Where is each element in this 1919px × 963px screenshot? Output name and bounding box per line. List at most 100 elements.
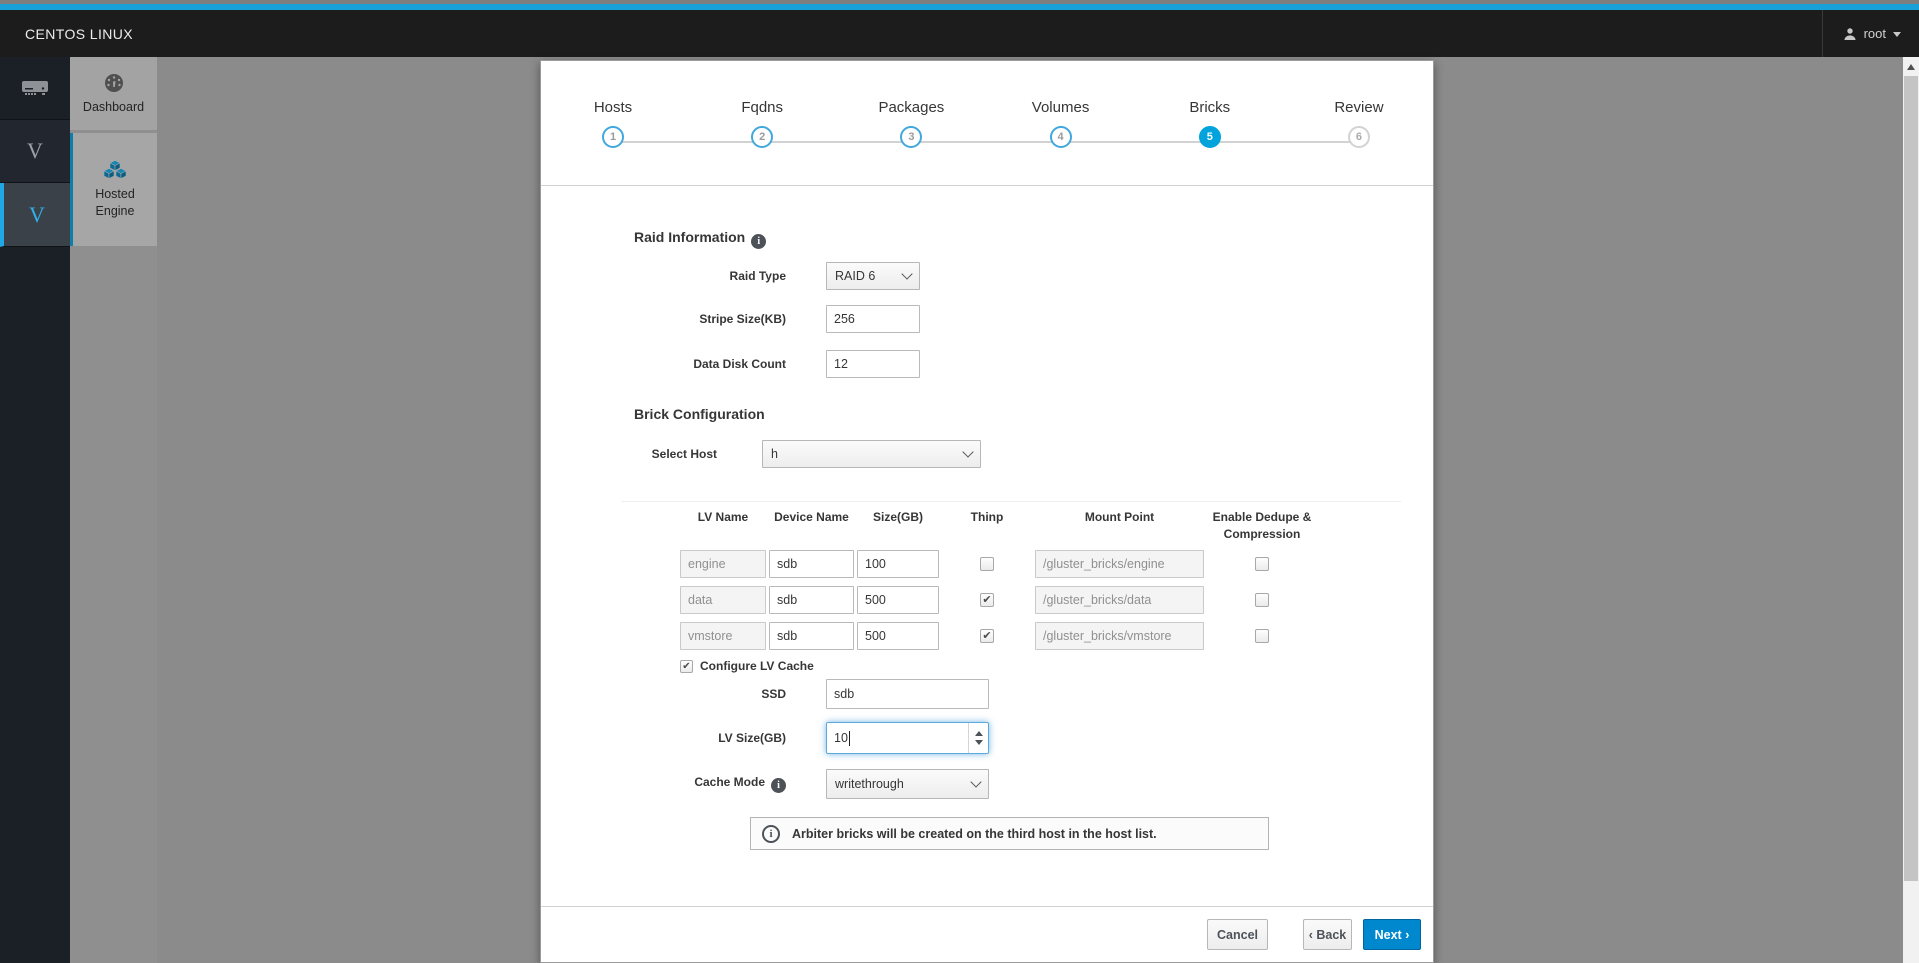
chevron-down-icon	[1893, 32, 1901, 37]
sidebar-item-label: Dashboard	[83, 99, 144, 116]
scrollbar-thumb[interactable]	[1904, 76, 1918, 881]
ssd-row: SSD	[634, 679, 989, 709]
step-packages[interactable]: Packages 3	[861, 99, 961, 148]
step-review[interactable]: Review 6	[1309, 99, 1409, 148]
step-circle: 4	[1050, 126, 1072, 148]
configure-lv-cache-label: Configure LV Cache	[700, 659, 814, 673]
mount-point-input[interactable]	[1035, 550, 1204, 578]
raid-type-select[interactable]: RAID 6	[826, 262, 920, 290]
info-circle-icon: i	[762, 825, 780, 843]
data-disk-count-row: Data Disk Count	[634, 349, 920, 379]
number-spinner[interactable]	[968, 723, 988, 753]
user-menu[interactable]: root	[1822, 10, 1909, 57]
sidebar-item-hosted-engine[interactable]: Hosted Engine	[70, 133, 157, 246]
vertical-scrollbar[interactable]	[1903, 57, 1919, 963]
info-icon: i	[751, 234, 766, 249]
lv-name-input[interactable]	[680, 622, 766, 650]
size-input[interactable]	[857, 622, 939, 650]
device-name-input[interactable]	[769, 550, 854, 578]
cubes-icon	[102, 159, 128, 181]
secondary-sidebar: Dashboard	[70, 57, 157, 963]
size-input[interactable]	[857, 586, 939, 614]
data-disk-count-label: Data Disk Count	[634, 357, 786, 371]
device-name-input[interactable]	[769, 586, 854, 614]
primary-sidebar: V V	[0, 57, 70, 963]
step-hosts[interactable]: Hosts 1	[563, 99, 663, 148]
wizard-steps-header: Hosts 1 Fqdns 2 Packages 3 Volumes 4 Bri…	[541, 61, 1433, 186]
next-button[interactable]: Next ›	[1363, 919, 1421, 950]
device-name-input[interactable]	[769, 622, 854, 650]
configure-lv-cache-row: ✔ Configure LV Cache	[680, 659, 814, 673]
stripe-size-row: Stripe Size(KB)	[634, 304, 920, 334]
brick-row-vmstore: ✔	[680, 621, 1317, 651]
cache-mode-select[interactable]: writethrough	[826, 769, 989, 799]
chevron-down-icon	[962, 446, 973, 457]
data-disk-count-input[interactable]	[826, 350, 920, 378]
wizard-dialog: Hosts 1 Fqdns 2 Packages 3 Volumes 4 Bri…	[540, 60, 1434, 963]
lv-size-label: LV Size(GB)	[634, 731, 786, 745]
dedupe-checkbox[interactable]	[1255, 629, 1269, 643]
raid-type-label: Raid Type	[634, 269, 786, 283]
chevron-down-icon	[901, 268, 912, 279]
brick-configuration-heading: Brick Configuration	[634, 406, 765, 422]
mount-point-input[interactable]	[1035, 622, 1204, 650]
col-mount-point: Mount Point	[1035, 509, 1204, 526]
sidebar-item-host[interactable]	[0, 57, 70, 120]
steps-bar: Hosts 1 Fqdns 2 Packages 3 Volumes 4 Bri…	[563, 99, 1409, 148]
lv-size-row: LV Size(GB) 10	[634, 722, 989, 754]
back-button[interactable]: ‹ Back	[1303, 919, 1352, 950]
select-host-select[interactable]: h	[762, 440, 981, 468]
spinner-up-icon[interactable]	[975, 731, 983, 736]
server-icon	[21, 80, 49, 96]
col-lv-name: LV Name	[680, 509, 766, 526]
brick-row-engine	[680, 549, 1317, 579]
stripe-size-input[interactable]	[826, 305, 920, 333]
raid-type-row: Raid Type RAID 6	[634, 261, 920, 291]
step-circle: 6	[1348, 126, 1370, 148]
size-input[interactable]	[857, 550, 939, 578]
text-caret	[849, 731, 850, 746]
step-circle: 1	[602, 126, 624, 148]
configure-lv-cache-checkbox[interactable]: ✔	[680, 660, 693, 673]
screen: CENTOS LINUX root V	[0, 0, 1919, 963]
arbiter-info-alert: i Arbiter bricks will be created on the …	[750, 817, 1269, 850]
step-circle: 2	[751, 126, 773, 148]
section-divider	[621, 501, 1401, 502]
sidebar-item-dashboard[interactable]: Dashboard	[70, 57, 157, 130]
ssd-label: SSD	[634, 687, 786, 701]
step-bricks-active[interactable]: Bricks 5	[1160, 99, 1260, 148]
thinp-checkbox[interactable]	[980, 557, 994, 571]
brick-table-header: LV Name Device Name Size(GB) Thinp Mount…	[680, 509, 1317, 543]
cancel-button[interactable]: Cancel	[1207, 919, 1268, 950]
footer-divider	[541, 906, 1433, 907]
masthead: CENTOS LINUX root	[0, 10, 1919, 57]
sidebar-item-vm-2-active[interactable]: V	[0, 183, 70, 247]
dedupe-checkbox[interactable]	[1255, 593, 1269, 607]
user-icon	[1843, 27, 1857, 41]
thinp-checkbox[interactable]: ✔	[980, 593, 994, 607]
lv-size-input-focused[interactable]: 10	[826, 722, 989, 754]
sidebar-item-vm-1[interactable]: V	[0, 120, 70, 183]
lv-name-input[interactable]	[680, 586, 766, 614]
cache-mode-row: Cache Modei writethrough	[634, 769, 989, 799]
chevron-down-icon	[970, 776, 981, 787]
alert-message: Arbiter bricks will be created on the th…	[792, 827, 1157, 841]
step-volumes[interactable]: Volumes 4	[1011, 99, 1111, 148]
col-dedupe: Enable Dedupe & Compression	[1207, 509, 1317, 543]
step-fqdns[interactable]: Fqdns 2	[712, 99, 812, 148]
scrollbar-up-arrow-icon[interactable]	[1907, 64, 1915, 70]
spinner-down-icon[interactable]	[975, 740, 983, 745]
vm-initial: V	[29, 202, 45, 228]
ssd-input[interactable]	[826, 679, 989, 709]
info-icon: i	[771, 778, 786, 793]
raid-information-heading: Raid Informationi	[634, 229, 766, 249]
vm-initial: V	[27, 138, 43, 164]
mount-point-input[interactable]	[1035, 586, 1204, 614]
cache-mode-label: Cache Modei	[634, 775, 786, 793]
dedupe-checkbox[interactable]	[1255, 557, 1269, 571]
brand-title: CENTOS LINUX	[25, 26, 133, 42]
user-name: root	[1864, 26, 1886, 41]
thinp-checkbox[interactable]: ✔	[980, 629, 994, 643]
lv-name-input[interactable]	[680, 550, 766, 578]
col-device-name: Device Name	[769, 509, 854, 526]
